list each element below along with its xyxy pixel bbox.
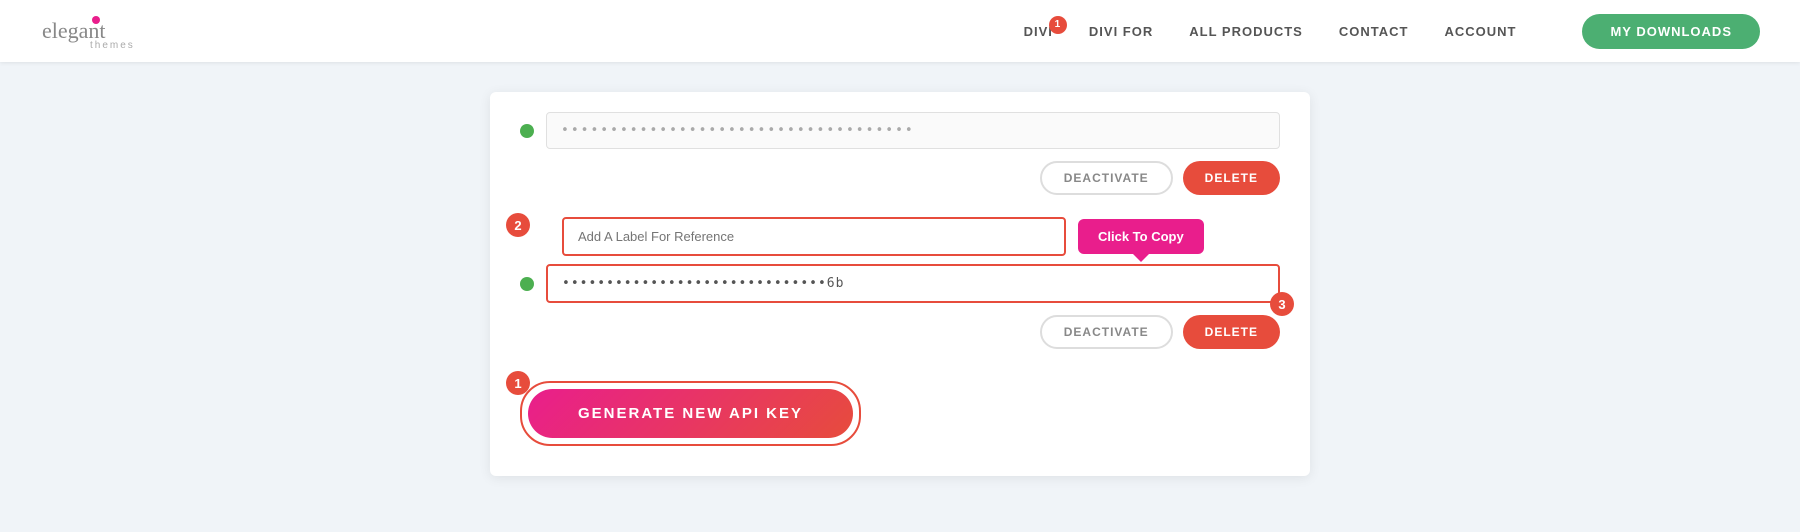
api-key-input-2[interactable] [546, 264, 1280, 303]
site-header: elegant themes DIVI 1 DIVI FOR ALL PRODU… [0, 0, 1800, 62]
nav-item-divi[interactable]: DIVI 1 [1024, 24, 1053, 39]
nav-item-account[interactable]: ACCOUNT [1444, 24, 1516, 39]
step-badge-1: 1 [506, 371, 530, 395]
api-keys-card: DEACTIVATE DELETE 2 Click To Copy [490, 92, 1310, 476]
my-downloads-button[interactable]: MY DOWNLOADS [1582, 14, 1760, 49]
active-indicator-2 [520, 277, 534, 291]
nav-item-all-products[interactable]: ALL PRODUCTS [1189, 24, 1303, 39]
api-key-row-1 [520, 112, 1280, 149]
divi-badge: 1 [1049, 16, 1067, 34]
generate-api-key-button[interactable]: GENERATE NEW API KEY [528, 389, 853, 438]
api-key-section-2: 2 Click To Copy 3 [520, 217, 1280, 303]
nav-item-divi-for[interactable]: DIVI FOR [1089, 24, 1153, 39]
generate-section: 1 GENERATE NEW API KEY [520, 381, 861, 446]
main-content: DEACTIVATE DELETE 2 Click To Copy [0, 62, 1800, 506]
action-buttons-2: DEACTIVATE DELETE [520, 315, 1280, 349]
click-to-copy-button[interactable]: Click To Copy [1078, 219, 1204, 254]
logo: elegant themes [40, 10, 150, 52]
api-key-input-1[interactable] [546, 112, 1280, 149]
delete-button-2[interactable]: DELETE [1183, 315, 1280, 349]
nav-item-contact[interactable]: CONTACT [1339, 24, 1409, 39]
active-indicator-1 [520, 124, 534, 138]
step-badge-3: 3 [1270, 292, 1294, 316]
delete-button-1[interactable]: DELETE [1183, 161, 1280, 195]
svg-text:themes: themes [90, 40, 135, 51]
deactivate-button-2[interactable]: DEACTIVATE [1040, 315, 1173, 349]
main-nav: DIVI 1 DIVI FOR ALL PRODUCTS CONTACT ACC… [1024, 14, 1760, 49]
deactivate-button-1[interactable]: DEACTIVATE [1040, 161, 1173, 195]
generate-wrapper: GENERATE NEW API KEY [520, 381, 861, 446]
label-input[interactable] [562, 217, 1066, 256]
api-key-row-2: 3 [520, 264, 1280, 303]
logo-svg: elegant themes [40, 10, 150, 52]
action-buttons-1: DEACTIVATE DELETE [520, 161, 1280, 195]
label-row: 2 Click To Copy [520, 217, 1280, 256]
label-input-wrapper [562, 217, 1066, 256]
step-badge-2: 2 [506, 213, 530, 237]
